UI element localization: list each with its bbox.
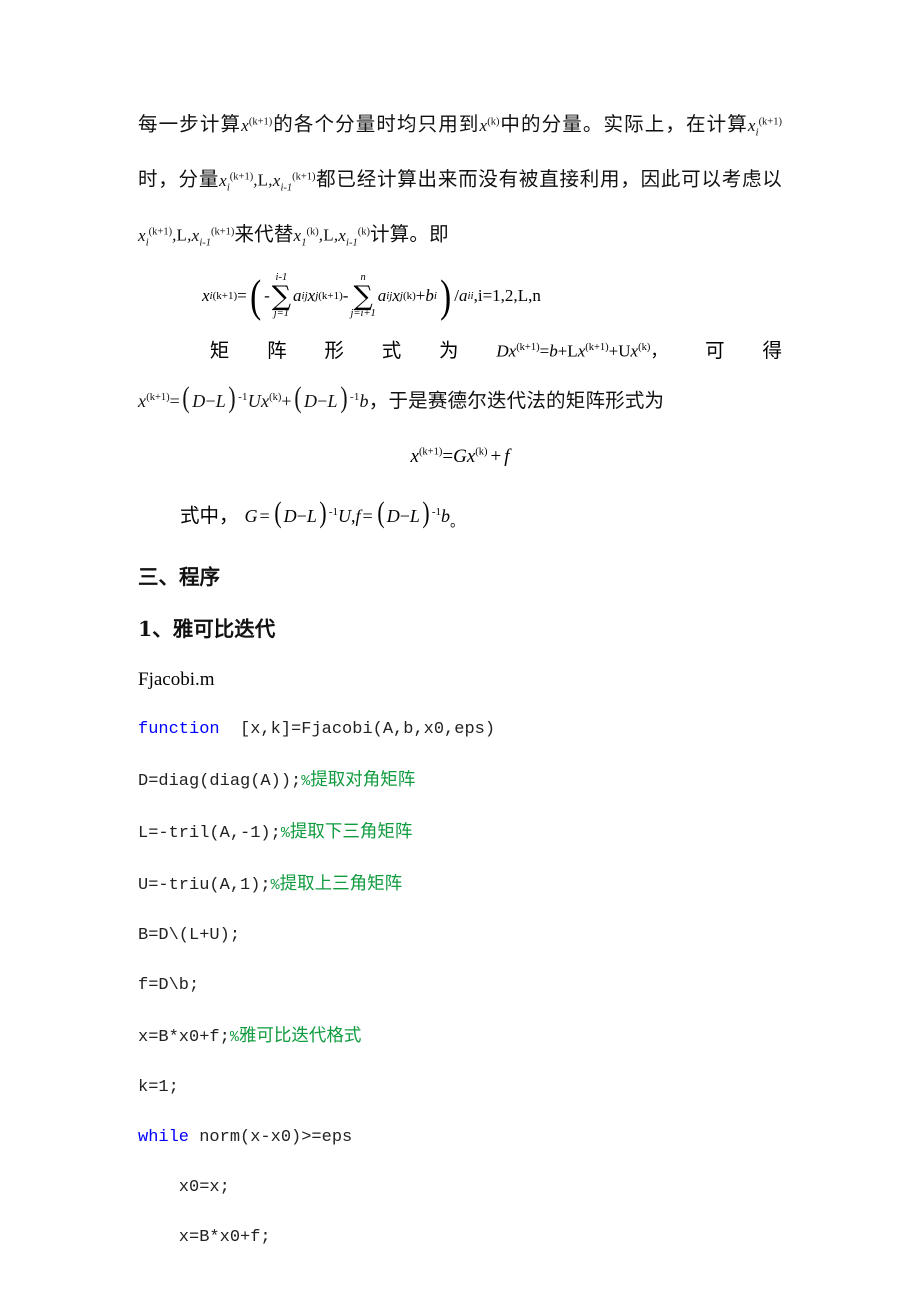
matrix-word-5: 为: [439, 340, 459, 362]
equation-G-f-definitions: G =(D−L) -1U,f =(D−L) -1b: [244, 496, 451, 530]
code-text: x=B*x0+f;: [138, 1227, 271, 1247]
code-line-8: k=1;: [138, 1063, 782, 1113]
paragraph-intro-seg2: 的各个分量时均只用到: [272, 112, 480, 136]
section-heading-programs: 三、程序: [138, 564, 220, 589]
ellipsis-symbol-1: L: [257, 170, 269, 190]
open-paren: (: [249, 270, 261, 322]
code-text: norm(x-x0)>=eps: [189, 1127, 353, 1147]
code-text: x0=x;: [138, 1177, 230, 1197]
paragraph-intro: 每一步计算x(k+1)的各个分量时均只用到x(k)中的分量。实际上，在计算xi(…: [138, 100, 782, 265]
code-text: f=D\b;: [138, 975, 200, 995]
line-where-definitions: 式中， G =(D−L) -1U,f =(D−L) -1b。: [138, 485, 782, 551]
equation-matrix-form: Dx(k+1)=b+Lx(k+1)+Ux(k)，: [496, 341, 668, 361]
seidel-comma: ，: [368, 388, 389, 412]
inline-math-x-kplus1: x(k+1): [241, 115, 273, 135]
paragraph-intro-seg3: 中的分量。实际上，在计算: [499, 112, 748, 136]
inline-math-xim1-kplus1-b: xi-1(k+1): [191, 225, 235, 249]
inline-math-xim1-kplus1-a: xi-1(k+1): [272, 170, 316, 194]
ellipsis-symbol-3: L: [323, 225, 334, 245]
inline-math-x1-k: x1(k): [293, 225, 319, 249]
code-text: L=-tril(A,-1);: [138, 823, 281, 843]
paragraph-intro-seg6: 来代替: [234, 222, 294, 246]
matrix-tail-word-1: 可: [705, 340, 725, 362]
document-body: 每一步计算x(k+1)的各个分量时均只用到x(k)中的分量。实际上，在计算xi(…: [138, 100, 782, 1263]
equation-gx-f: x(k+1)=Gx(k) + f: [410, 446, 510, 468]
code-comment: 提取上三角矩阵: [279, 873, 403, 894]
code-line-11: x=B*x0+f;: [138, 1213, 782, 1263]
code-comment: 提取下三角矩阵: [289, 821, 413, 842]
seidel-text: 于是赛德尔迭代法的矩阵形式为: [388, 388, 665, 412]
inline-math-x-k: x(k): [479, 115, 500, 135]
matrix-word-4: 式: [381, 340, 402, 362]
where-period: 。: [450, 515, 465, 531]
code-text: [x,k]=Fjacobi(A,b,x0,eps): [219, 719, 496, 739]
code-line-9: while norm(x-x0)>=eps: [138, 1113, 782, 1163]
code-line-3: L=-tril(A,-1);%提取下三角矩阵: [138, 807, 782, 859]
inline-math-xi-kplus1-b: xi(k+1): [219, 170, 254, 194]
code-keyword: while: [138, 1127, 190, 1147]
subsection-heading-jacobi: 1、雅可比迭代: [138, 616, 276, 641]
inline-math-xi-kplus1-c: xi(k+1): [138, 225, 173, 249]
inline-math-xim1-k: xi-1(k): [338, 225, 370, 249]
where-label: 式中，: [180, 506, 239, 528]
equation-gauss-seidel-component: x i (k+1) =(- i-1 ∑ j=1 a ij x j (k+1) - n ∑ j=i+1 a ij x j…: [138, 265, 782, 326]
matrix-word-1: 矩: [209, 340, 230, 362]
line-seidel-matrix: x(k+1)=(D−L) -1Ux(k)+(D−L) -1b，于是赛德尔迭代法的矩阵…: [138, 374, 782, 425]
code-line-7: x=B*x0+f;%雅可比迭代格式: [138, 1011, 782, 1063]
equation-iteration-form: x(k+1)=Gx(k) + f: [138, 425, 782, 485]
paragraph-intro-seg1: 每一步计算: [138, 112, 242, 136]
code-text: x=B*x0+f;: [138, 1027, 230, 1047]
code-line-10: x0=x;: [138, 1163, 782, 1213]
code-text: U=-triu(A,1);: [138, 875, 271, 895]
comment-percent: %: [229, 1028, 239, 1046]
equation-seidel-explicit: x(k+1)=(D−L) -1Ux(k)+(D−L) -1b: [138, 380, 369, 414]
code-filename: Fjacobi.m: [138, 668, 215, 690]
paragraph-intro-seg7: 计算。即: [369, 222, 449, 246]
code-text: k=1;: [138, 1077, 179, 1097]
code-line-4: U=-triu(A,1);%提取上三角矩阵: [138, 859, 782, 911]
code-line-6: f=D\b;: [138, 961, 782, 1011]
matrix-word-2: 阵: [267, 340, 287, 362]
code-listing-fjacobi: function [x,k]=Fjacobi(A,b,x0,eps) D=dia…: [138, 705, 782, 1263]
comment-percent: %: [301, 772, 311, 790]
document-page: 每一步计算x(k+1)的各个分量时均只用到x(k)中的分量。实际上，在计算xi(…: [0, 0, 920, 1302]
paragraph-intro-seg4: 时，分量: [138, 167, 220, 191]
ellipsis-symbol-2: L: [176, 225, 188, 245]
matrix-tail-word-2: 得: [762, 340, 782, 362]
matrix-word-3: 形: [324, 340, 344, 362]
equation-main-expression: x i (k+1) =(- i-1 ∑ j=1 a ij x j (k+1) - n ∑ j=i+1 a ij x j…: [202, 270, 541, 322]
code-line-5: B=D\(L+U);: [138, 911, 782, 961]
paragraph-intro-seg5: 都已经计算出来而没有被直接利用，因此可以考虑以: [315, 167, 782, 191]
comment-percent: %: [280, 824, 290, 842]
summation-1: i-1 ∑ j=1: [271, 272, 292, 319]
code-text: D=diag(diag(A));: [138, 771, 302, 791]
comment-percent: %: [270, 876, 280, 894]
close-paren: ): [440, 270, 452, 322]
code-comment: 提取对角矩阵: [310, 769, 416, 790]
code-text: B=D\(L+U);: [138, 925, 241, 945]
code-comment: 雅可比迭代格式: [238, 1025, 362, 1046]
code-line-2: D=diag(diag(A));%提取对角矩阵: [138, 755, 782, 807]
code-keyword: function: [138, 719, 220, 739]
inline-math-xi-kplus1-a: xi(k+1): [747, 115, 782, 139]
line-matrix-form: 矩 阵 形 式 为 Dx(k+1)=b+Lx(k+1)+Ux(k)， 可 得: [138, 326, 782, 374]
code-line-1: function [x,k]=Fjacobi(A,b,x0,eps): [138, 705, 782, 755]
summation-2: n ∑ j=i+1: [350, 272, 376, 319]
